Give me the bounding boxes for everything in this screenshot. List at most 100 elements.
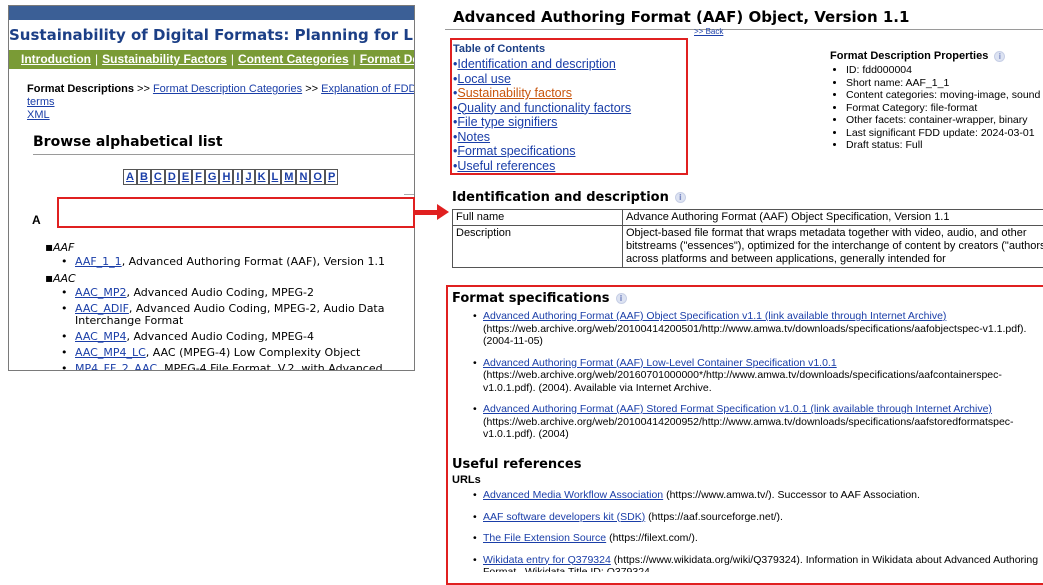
reference-details: (https://aaf.sourceforge.net/).: [645, 511, 783, 523]
back-link[interactable]: >> Back: [694, 27, 723, 36]
breadcrumb-link-xml[interactable]: XML: [27, 109, 50, 121]
letter-link-l[interactable]: L: [272, 171, 279, 183]
toc-item: Notes: [453, 130, 689, 145]
toc-link[interactable]: Useful references: [457, 159, 555, 173]
spec-list: Advanced Authoring Format (AAF) Object S…: [445, 310, 1043, 450]
info-icon[interactable]: i: [616, 293, 627, 304]
format-properties: Format Description Propertiesi ID: fdd00…: [830, 50, 1043, 152]
reference-link[interactable]: The File Extension Source: [483, 532, 606, 544]
spec-details: (https://web.archive.org/web/20160701000…: [483, 369, 1002, 394]
letter-link-n[interactable]: N: [299, 171, 307, 183]
format-specifications-panel: Format specificationsi Advanced Authorin…: [445, 284, 1043, 572]
letter-link-i[interactable]: I: [236, 171, 239, 183]
info-icon[interactable]: i: [994, 51, 1005, 62]
letter-link-j[interactable]: J: [245, 171, 251, 183]
toc-item: Sustainability factors: [453, 86, 689, 101]
identification-heading: Identification and descriptioni: [452, 190, 686, 205]
letter-link-h[interactable]: H: [222, 171, 230, 183]
letter-link-f[interactable]: F: [195, 171, 202, 183]
format-description-panel: Advanced Authoring Format (AAF) Object, …: [445, 4, 1043, 276]
annotation-arrow-head: [437, 204, 449, 220]
group-name: AAC: [53, 272, 76, 285]
nav-link-format-descriptions[interactable]: Format Descriptio: [360, 52, 415, 66]
letter-index-item: E: [179, 169, 192, 185]
letter-link-o[interactable]: O: [313, 171, 322, 183]
property-item: Format Category: file-format: [846, 102, 1043, 115]
letter-link-c[interactable]: C: [154, 171, 162, 183]
spec-link[interactable]: Advanced Authoring Format (AAF) Low-Leve…: [483, 357, 837, 369]
toc-link[interactable]: Notes: [457, 130, 490, 144]
letter-link-m[interactable]: M: [284, 171, 293, 183]
reference-details: (https://www.amwa.tv/). Successor to AAF…: [663, 489, 920, 501]
letter-link-k[interactable]: K: [258, 171, 266, 183]
reference-link[interactable]: AAF software developers kit (SDK): [483, 511, 645, 523]
toc-title: Table of Contents: [453, 43, 689, 55]
reference-link[interactable]: Advanced Media Workflow Association: [483, 489, 663, 501]
spec-item: Advanced Authoring Format (AAF) Stored F…: [483, 403, 1043, 441]
table-row: DescriptionObject-based file format that…: [453, 226, 1043, 268]
toc-item: Useful references: [453, 159, 689, 174]
reference-link[interactable]: Wikidata entry for Q379324: [483, 554, 611, 566]
toc-link[interactable]: File type signifiers: [457, 115, 557, 129]
spec-item: Advanced Authoring Format (AAF) Low-Leve…: [483, 357, 1043, 395]
breadcrumb-current: Format Descriptions: [27, 83, 134, 95]
identification-table: Full nameAdvance Authoring Format (AAF) …: [452, 209, 1043, 268]
nav-link-content-categories[interactable]: Content Categories: [238, 52, 349, 66]
row-label: Description: [453, 226, 623, 268]
row-value: Object-based file format that wraps meta…: [623, 226, 1043, 268]
table-of-contents: Table of Contents Identification and des…: [453, 43, 689, 173]
format-id-link[interactable]: AAF_1_1: [75, 255, 122, 268]
urls-label: URLs: [452, 474, 481, 486]
letter-index-item: G: [205, 169, 220, 185]
toc-item: Local use: [453, 72, 689, 87]
letter-index-item: F: [192, 169, 205, 185]
letter-link-g[interactable]: G: [208, 171, 217, 183]
browse-list-panel: Sustainability of Digital Formats: Plann…: [8, 5, 415, 371]
row-label: Full name: [453, 210, 623, 226]
top-banner-strip: [9, 6, 414, 20]
spec-link[interactable]: Advanced Authoring Format (AAF) Stored F…: [483, 403, 992, 415]
format-desc: , Advanced Authoring Format (AAF), Versi…: [122, 255, 385, 268]
alphabet-index: ABCDEFGHIJKLMNOP: [123, 169, 414, 185]
browse-heading: Browse alphabetical list: [33, 134, 415, 155]
format-list-item: AAC_ADIF, Advanced Audio Coding, MPEG-2,…: [31, 303, 414, 327]
reference-details: (https://filext.com/).: [606, 532, 698, 544]
spec-link[interactable]: Advanced Authoring Format (AAF) Object S…: [483, 310, 946, 322]
format-id-link[interactable]: AAC_MP4_LC: [75, 346, 146, 359]
nav-link-sustainability-factors[interactable]: Sustainability Factors: [102, 52, 227, 66]
format-list-item: AAC_MP4_LC, AAC (MPEG-4) Low Complexity …: [31, 347, 414, 359]
format-desc: , AAC (MPEG-4) Low Complexity Object: [146, 346, 361, 359]
nav-link-introduction[interactable]: Introduction: [21, 52, 91, 66]
toc-link[interactable]: Format specifications: [457, 144, 575, 158]
info-icon[interactable]: i: [675, 192, 686, 203]
format-group: AAFAAF_1_1, Advanced Authoring Format (A…: [53, 241, 414, 268]
reference-item: Wikidata entry for Q379324 (https://www.…: [483, 554, 1043, 573]
format-id-link[interactable]: AAC_MP2: [75, 286, 126, 299]
format-id-link[interactable]: AAC_MP4: [75, 330, 126, 343]
letter-index-item: P: [325, 169, 338, 185]
breadcrumb-link-categories[interactable]: Format Description Categories: [153, 83, 302, 95]
property-item: Draft status: Full: [846, 139, 1043, 152]
format-list: AAF_1_1, Advanced Authoring Format (AAF)…: [31, 256, 414, 268]
group-name: AAF: [53, 241, 74, 254]
property-item: Short name: AAF_1_1: [846, 77, 1043, 90]
property-item: Other facets: container-wrapper, binary: [846, 114, 1043, 127]
section-divider: [404, 194, 415, 195]
site-title: Sustainability of Digital Formats: Plann…: [9, 20, 414, 50]
site-nav-bar: Introduction|Sustainability Factors|Cont…: [9, 50, 414, 69]
toc-link[interactable]: Quality and functionality factors: [457, 101, 631, 115]
toc-link[interactable]: Local use: [457, 72, 511, 86]
useful-references-heading: Useful references: [452, 457, 581, 472]
toc-link[interactable]: Sustainability factors: [457, 86, 572, 100]
properties-title: Format Description Propertiesi: [830, 50, 1043, 62]
format-group: AACAAC_MP2 , Advanced Audio Coding, MPEG-…: [53, 272, 414, 371]
spec-details: (https://web.archive.org/web/20100414200…: [483, 416, 1014, 441]
format-id-link[interactable]: MP4_FF_2_AAC: [75, 362, 157, 371]
letter-link-p[interactable]: P: [328, 171, 335, 183]
letter-link-b[interactable]: B: [140, 171, 148, 183]
letter-link-d[interactable]: D: [168, 171, 176, 183]
toc-link[interactable]: Identification and description: [457, 57, 615, 71]
letter-link-a[interactable]: A: [126, 171, 134, 183]
format-desc: , Advanced Audio Coding, MPEG-4: [126, 330, 314, 343]
letter-link-e[interactable]: E: [182, 171, 189, 183]
